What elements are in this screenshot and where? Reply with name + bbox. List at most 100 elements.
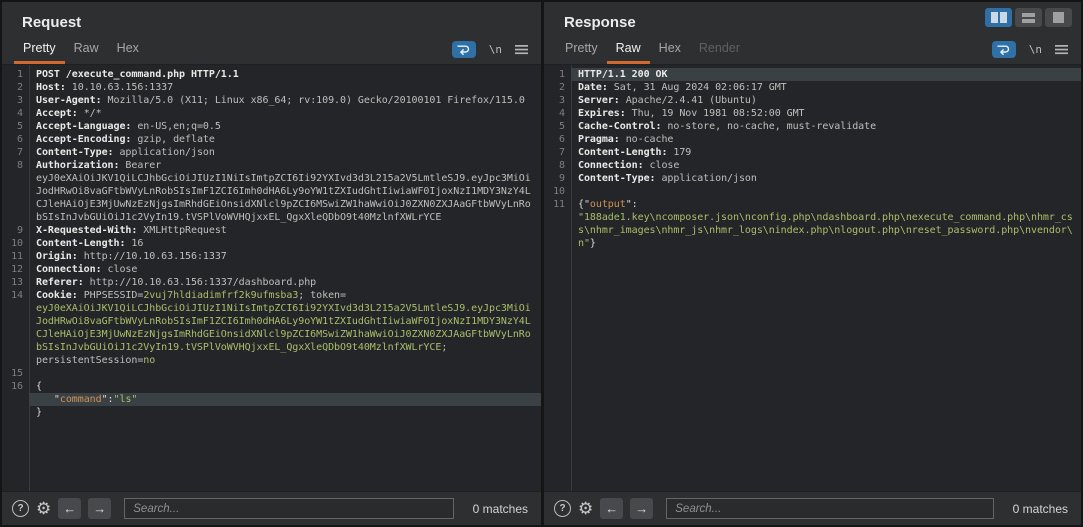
request-tabs: PrettyRawHex xyxy=(14,36,148,64)
editor-row: 8Authorization: Bearer xyxy=(2,159,541,172)
tab-raw[interactable]: Raw xyxy=(607,36,650,64)
line-number: 4 xyxy=(544,107,571,120)
horizontal-pane-glyph xyxy=(1022,13,1035,17)
editor-row: eyJ0eXAiOiJKV1QiLCJhbGciOiJIUzI1NiIsImtp… xyxy=(2,172,541,185)
help-icon[interactable]: ? xyxy=(554,500,571,517)
request-tabs-row: PrettyRawHex \n xyxy=(2,36,541,65)
line-number xyxy=(2,185,29,198)
layout-side-by-side-button[interactable] xyxy=(985,8,1012,27)
editor-row: 1HTTP/1.1 200 OK xyxy=(544,68,1081,81)
line-number xyxy=(2,172,29,185)
word-wrap-toggle-icon[interactable] xyxy=(992,41,1016,58)
code-line: Accept-Encoding: gzip, deflate xyxy=(29,133,541,146)
editor-row: CJleHAiOjE3MjUwNzEzNjgsImRhdGEiOnsidXNlc… xyxy=(2,328,541,341)
response-tabs-row: PrettyRawHexRender \n xyxy=(544,36,1081,65)
editor-row: 3Server: Apache/2.4.41 (Ubuntu) xyxy=(544,94,1081,107)
editor-row: } xyxy=(2,406,541,419)
code-line: } xyxy=(29,406,541,419)
line-number: 4 xyxy=(2,107,29,120)
line-number: 15 xyxy=(2,367,29,380)
line-number: 5 xyxy=(544,120,571,133)
search-input[interactable] xyxy=(666,498,993,519)
line-number: 7 xyxy=(544,146,571,159)
response-editor[interactable]: 1HTTP/1.1 200 OK2Date: Sat, 31 Aug 2024 … xyxy=(544,65,1081,491)
editor-menu-icon[interactable] xyxy=(515,44,528,55)
code-line: JodHRwOi8vaGFtbWVyLnRobSIsImF1ZCI6Imh0dH… xyxy=(29,185,541,198)
code-line: Accept-Language: en-US,en;q=0.5 xyxy=(29,120,541,133)
code-line: Expires: Thu, 19 Nov 1981 08:52:00 GMT xyxy=(571,107,1081,120)
line-number: 11 xyxy=(544,198,571,211)
code-line: Referer: http://10.10.63.156:1337/dashbo… xyxy=(29,276,541,289)
editor-row: 14Cookie: PHPSESSID=2vuj7hldiadimfrf2k9u… xyxy=(2,289,541,302)
view-layout-buttons xyxy=(985,8,1072,27)
code-line: Connection: close xyxy=(571,159,1081,172)
code-line: Content-Type: application/json xyxy=(571,172,1081,185)
newline-glyphs-toggle[interactable]: \n xyxy=(1029,43,1042,56)
line-number: 16 xyxy=(2,380,29,393)
editor-row: 4Accept: */* xyxy=(2,107,541,120)
editor-row: CJleHAiOjE3MjUwNzEzNjgsImRhdGEiOnsidXNlc… xyxy=(2,198,541,211)
code-line: User-Agent: Mozilla/5.0 (X11; Linux x86_… xyxy=(29,94,541,107)
layout-single-pane-button[interactable] xyxy=(1045,8,1072,27)
response-search-bar: ? ⚙ ← → 0 matches xyxy=(544,491,1081,525)
editor-row: bSIsInJvbGUiOiJ1c2VyIn19.tVSPlVoWVHQjxxE… xyxy=(2,211,541,224)
search-input[interactable] xyxy=(124,498,453,519)
editor-row: 10Content-Length: 16 xyxy=(2,237,541,250)
response-editor-icons: \n xyxy=(992,41,1068,58)
editor-row: 16{ xyxy=(2,380,541,393)
line-number: 9 xyxy=(2,224,29,237)
tab-hex[interactable]: Hex xyxy=(650,36,690,64)
code-line: { xyxy=(29,380,541,393)
code-line: Date: Sat, 31 Aug 2024 02:06:17 GMT xyxy=(571,81,1081,94)
editor-row: 8Connection: close xyxy=(544,159,1081,172)
editor-row: 9Content-Type: application/json xyxy=(544,172,1081,185)
line-number xyxy=(2,354,29,367)
code-line: Cache-Control: no-store, no-cache, must-… xyxy=(571,120,1081,133)
line-number: 3 xyxy=(544,94,571,107)
line-number: 8 xyxy=(2,159,29,172)
code-line: Content-Length: 16 xyxy=(29,237,541,250)
previous-match-button[interactable]: ← xyxy=(58,498,81,519)
code-line: Origin: http://10.10.63.156:1337 xyxy=(29,250,541,263)
vertical-pane-glyph xyxy=(1000,12,1007,23)
newline-glyphs-toggle[interactable]: \n xyxy=(489,43,502,56)
tab-hex[interactable]: Hex xyxy=(108,36,148,64)
line-number xyxy=(2,211,29,224)
code-line: X-Requested-With: XMLHttpRequest xyxy=(29,224,541,237)
request-editor[interactable]: 1POST /execute_command.php HTTP/1.12Host… xyxy=(2,65,541,491)
line-number: 2 xyxy=(2,81,29,94)
search-settings-gear-icon[interactable]: ⚙ xyxy=(578,500,593,517)
previous-match-button[interactable]: ← xyxy=(600,498,623,519)
code-line: Accept: */* xyxy=(29,107,541,120)
search-settings-gear-icon[interactable]: ⚙ xyxy=(36,500,51,517)
editor-row: 11{"output": xyxy=(544,198,1081,211)
layout-top-bottom-button[interactable] xyxy=(1015,8,1042,27)
line-number: 10 xyxy=(544,185,571,198)
line-number: 13 xyxy=(2,276,29,289)
response-panel: Response PrettyRawHexRender \n 1HTTP/1.1… xyxy=(544,2,1081,525)
code-line: "188ade1.key\ncomposer.json\nconfig.php\… xyxy=(571,211,1081,224)
line-number xyxy=(2,393,29,406)
help-icon[interactable]: ? xyxy=(12,500,29,517)
editor-row: 15 xyxy=(2,367,541,380)
code-line: Content-Type: application/json xyxy=(29,146,541,159)
tab-pretty[interactable]: Pretty xyxy=(556,36,607,64)
next-match-button[interactable]: → xyxy=(88,498,111,519)
code-line: Host: 10.10.63.156:1337 xyxy=(29,81,541,94)
editor-row: 11Origin: http://10.10.63.156:1337 xyxy=(2,250,541,263)
code-line: Connection: close xyxy=(29,263,541,276)
tab-pretty[interactable]: Pretty xyxy=(14,36,65,64)
line-number: 6 xyxy=(2,133,29,146)
line-number: 7 xyxy=(2,146,29,159)
tab-raw[interactable]: Raw xyxy=(65,36,108,64)
highlighted-code-line: "command":"ls" xyxy=(29,393,541,406)
editor-menu-icon[interactable] xyxy=(1055,44,1068,55)
line-number: 11 xyxy=(2,250,29,263)
next-match-button[interactable]: → xyxy=(630,498,653,519)
word-wrap-toggle-icon[interactable] xyxy=(452,41,476,58)
editor-row: 1POST /execute_command.php HTTP/1.1 xyxy=(2,68,541,81)
editor-row: 13Referer: http://10.10.63.156:1337/dash… xyxy=(2,276,541,289)
message-editor-window: Request PrettyRawHex \n 1POST /execute_c… xyxy=(0,0,1083,527)
editor-row: 6Accept-Encoding: gzip, deflate xyxy=(2,133,541,146)
wrap-arrow-icon xyxy=(996,44,1011,55)
